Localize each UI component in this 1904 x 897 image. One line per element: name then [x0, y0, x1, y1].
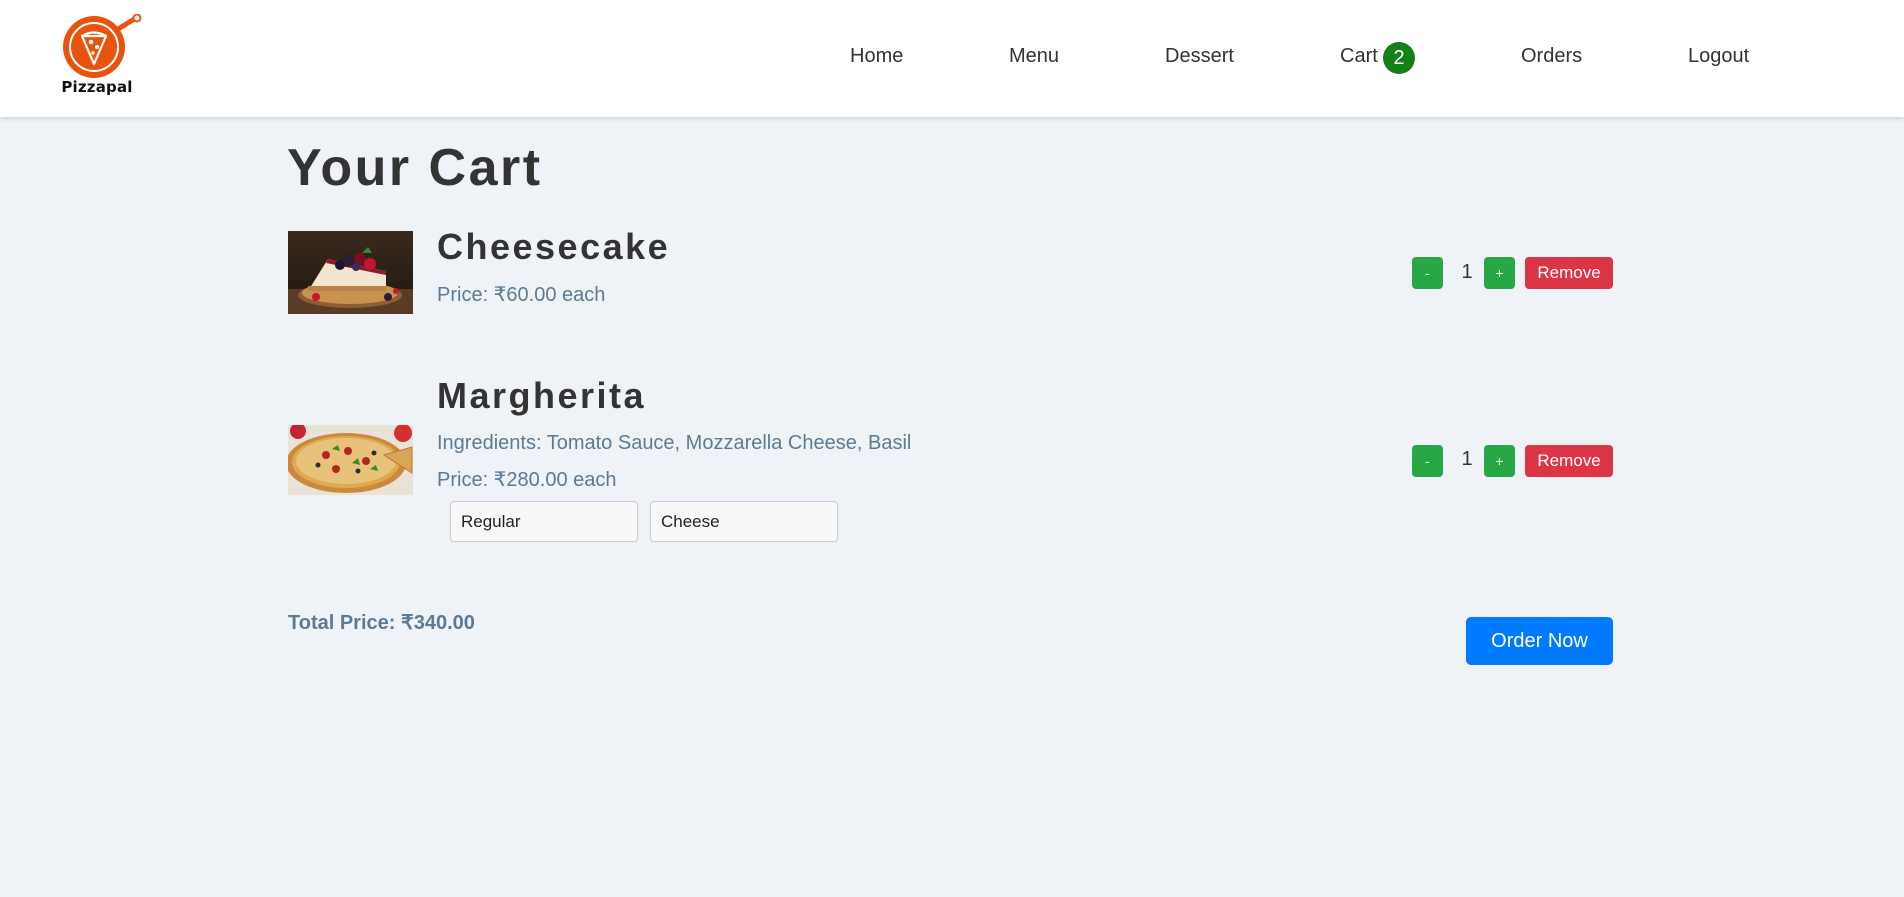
item-price: Price: ₹280.00 each — [437, 469, 617, 491]
item-name: Margherita — [437, 375, 647, 416]
decrease-quantity-button[interactable]: - — [1412, 257, 1443, 289]
item-price: Price: ₹60.00 each — [437, 284, 606, 306]
item-quantity: 1 — [1461, 448, 1473, 470]
order-now-button[interactable]: Order Now — [1466, 617, 1613, 665]
item-quantity: 1 — [1461, 261, 1473, 283]
total-price: Total Price: ₹340.00 — [288, 612, 475, 634]
cart-count-badge: 2 — [1383, 42, 1415, 74]
size-select[interactable]: Regular — [450, 501, 638, 542]
increase-quantity-button[interactable]: + — [1484, 257, 1515, 289]
brand-name: Pizzapal — [61, 78, 133, 96]
cheesecake-image — [288, 231, 413, 314]
remove-item-button[interactable]: Remove — [1525, 445, 1613, 477]
decrease-quantity-button[interactable]: - — [1412, 445, 1443, 477]
navbar: Pizzapal Home Menu Dessert Cart 2 Orders… — [0, 0, 1904, 117]
crust-select[interactable]: Cheese — [650, 501, 838, 542]
nav-cart-link[interactable]: Cart — [1340, 44, 1378, 68]
pizza-pan-icon — [63, 13, 142, 78]
item-ingredients: Ingredients: Tomato Sauce, Mozzarella Ch… — [437, 432, 912, 454]
pizza-image — [288, 425, 413, 495]
remove-item-button[interactable]: Remove — [1525, 257, 1613, 289]
nav-dessert-link[interactable]: Dessert — [1165, 44, 1234, 68]
increase-quantity-button[interactable]: + — [1484, 445, 1515, 477]
nav-home-link[interactable]: Home — [850, 44, 903, 68]
nav-logout-link[interactable]: Logout — [1688, 44, 1749, 68]
nav-orders-link[interactable]: Orders — [1521, 44, 1582, 68]
nav-menu-link[interactable]: Menu — [1009, 44, 1059, 68]
item-name: Cheesecake — [437, 226, 671, 267]
brand-logo[interactable]: Pizzapal — [58, 13, 142, 98]
page-title: Your Cart — [287, 139, 543, 197]
